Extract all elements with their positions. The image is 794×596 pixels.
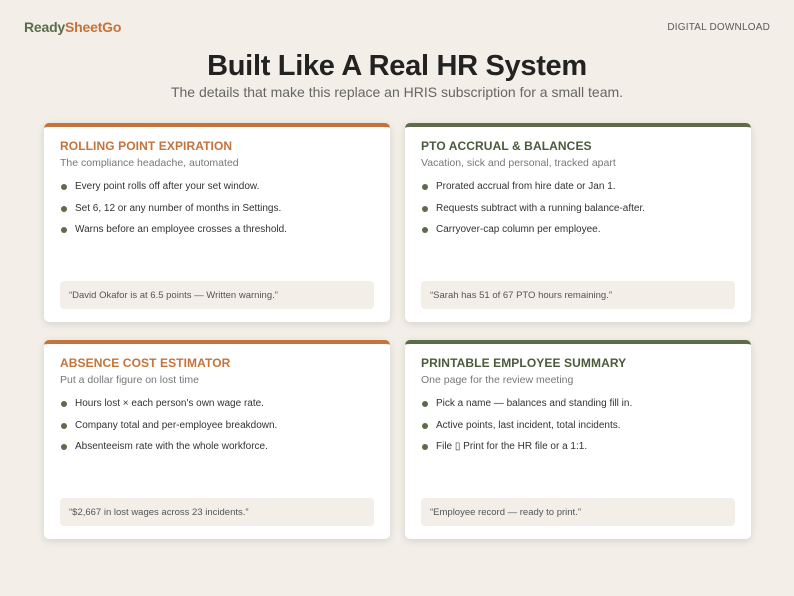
feature-text: Active points, last incident, total inci… (436, 419, 621, 431)
example-quote: “Sarah has 51 of 67 PTO hours remaining.… (421, 281, 735, 309)
feature-card-absence-cost-estimator: ABSENCE COST ESTIMATOR Put a dollar figu… (44, 340, 390, 539)
bullet-dot-icon (61, 444, 67, 450)
download-tag: DIGITAL DOWNLOAD (667, 21, 770, 33)
card-title: PRINTABLE EMPLOYEE SUMMARY (421, 356, 627, 370)
feature-item: File ▯ Print for the HR file or a 1:1. (421, 441, 735, 463)
bullet-dot-icon (422, 422, 428, 429)
feature-text: File ▯ Print for the HR file or a 1:1. (436, 441, 588, 452)
bullet-dot-icon (61, 205, 67, 212)
bullet-dot-icon (422, 184, 428, 190)
page-subtitle: The details that make this replace an HR… (170, 84, 624, 100)
card-title: PTO ACCRUAL & BALANCES (421, 139, 592, 153)
feature-text: Pick a name — balances and standing fill… (436, 398, 633, 409)
bullet-dot-icon (422, 444, 428, 450)
card-title: ABSENCE COST ESTIMATOR (60, 356, 231, 370)
bullet-dot-icon (422, 205, 428, 212)
feature-card-rolling-point-expiration: ROLLING POINT EXPIRATION The compliance … (44, 123, 390, 322)
feature-text: Every point rolls off after your set win… (75, 181, 260, 192)
brand-part-2: SheetGo (65, 19, 122, 35)
feature-item: Absenteeism rate with the whole workforc… (60, 441, 374, 463)
feature-text: Absenteeism rate with the whole workforc… (75, 441, 268, 452)
feature-item: Company total and per-employee breakdown… (60, 420, 374, 442)
feature-text: Requests subtract with a running balance… (436, 202, 646, 214)
feature-item: Pick a name — balances and standing fill… (421, 398, 735, 420)
feature-item: Requests subtract with a running balance… (421, 203, 735, 225)
feature-text: Company total and per-employee breakdown… (75, 419, 278, 431)
example-quote: “Employee record — ready to print.” (421, 498, 735, 526)
bullet-dot-icon (422, 227, 428, 233)
feature-item: Carryover-cap column per employee. (421, 224, 735, 246)
feature-item: Hours lost × each person's own wage rate… (60, 398, 374, 420)
page-title: Built Like A Real HR System (207, 50, 587, 82)
feature-item: Prorated accrual from hire date or Jan 1… (421, 181, 735, 203)
example-quote: “David Okafor is at 6.5 points — Written… (60, 281, 374, 309)
feature-list: Pick a name — balances and standing fill… (421, 398, 735, 463)
feature-text: Warns before an employee crosses a thres… (75, 224, 287, 235)
feature-list: Hours lost × each person's own wage rate… (60, 398, 374, 463)
feature-item: Active points, last incident, total inci… (421, 420, 735, 442)
bullet-dot-icon (61, 422, 67, 429)
feature-list: Prorated accrual from hire date or Jan 1… (421, 181, 735, 246)
feature-card-pto-accrual: PTO ACCRUAL & BALANCES Vacation, sick an… (405, 123, 751, 322)
card-subtitle: Put a dollar figure on lost time (60, 374, 199, 386)
feature-text: Prorated accrual from hire date or Jan 1… (436, 181, 616, 192)
brand-logo[interactable]: ReadySheetGo (24, 19, 121, 35)
card-title: ROLLING POINT EXPIRATION (60, 139, 233, 153)
feature-text: Carryover-cap column per employee. (436, 224, 601, 235)
feature-item: Set 6, 12 or any number of months in Set… (60, 203, 374, 225)
bullet-dot-icon (61, 184, 67, 190)
top-bar: ReadySheetGo DIGITAL DOWNLOAD (24, 16, 770, 38)
card-subtitle: One page for the review meeting (421, 374, 574, 386)
feature-item: Warns before an employee crosses a thres… (60, 224, 374, 246)
bullet-dot-icon (422, 401, 428, 407)
example-quote: “$2,667 in lost wages across 23 incident… (60, 498, 374, 526)
brand-part-1: Ready (24, 19, 66, 35)
feature-list: Every point rolls off after your set win… (60, 181, 374, 246)
feature-card-printable-employee-summary: PRINTABLE EMPLOYEE SUMMARY One page for … (405, 340, 751, 539)
feature-text: Hours lost × each person's own wage rate… (75, 398, 264, 409)
card-subtitle: Vacation, sick and personal, tracked apa… (421, 157, 616, 169)
feature-item: Every point rolls off after your set win… (60, 181, 374, 203)
bullet-dot-icon (61, 401, 67, 407)
card-subtitle: The compliance headache, automated (60, 157, 239, 169)
feature-text: Set 6, 12 or any number of months in Set… (75, 202, 282, 214)
bullet-dot-icon (61, 227, 67, 233)
